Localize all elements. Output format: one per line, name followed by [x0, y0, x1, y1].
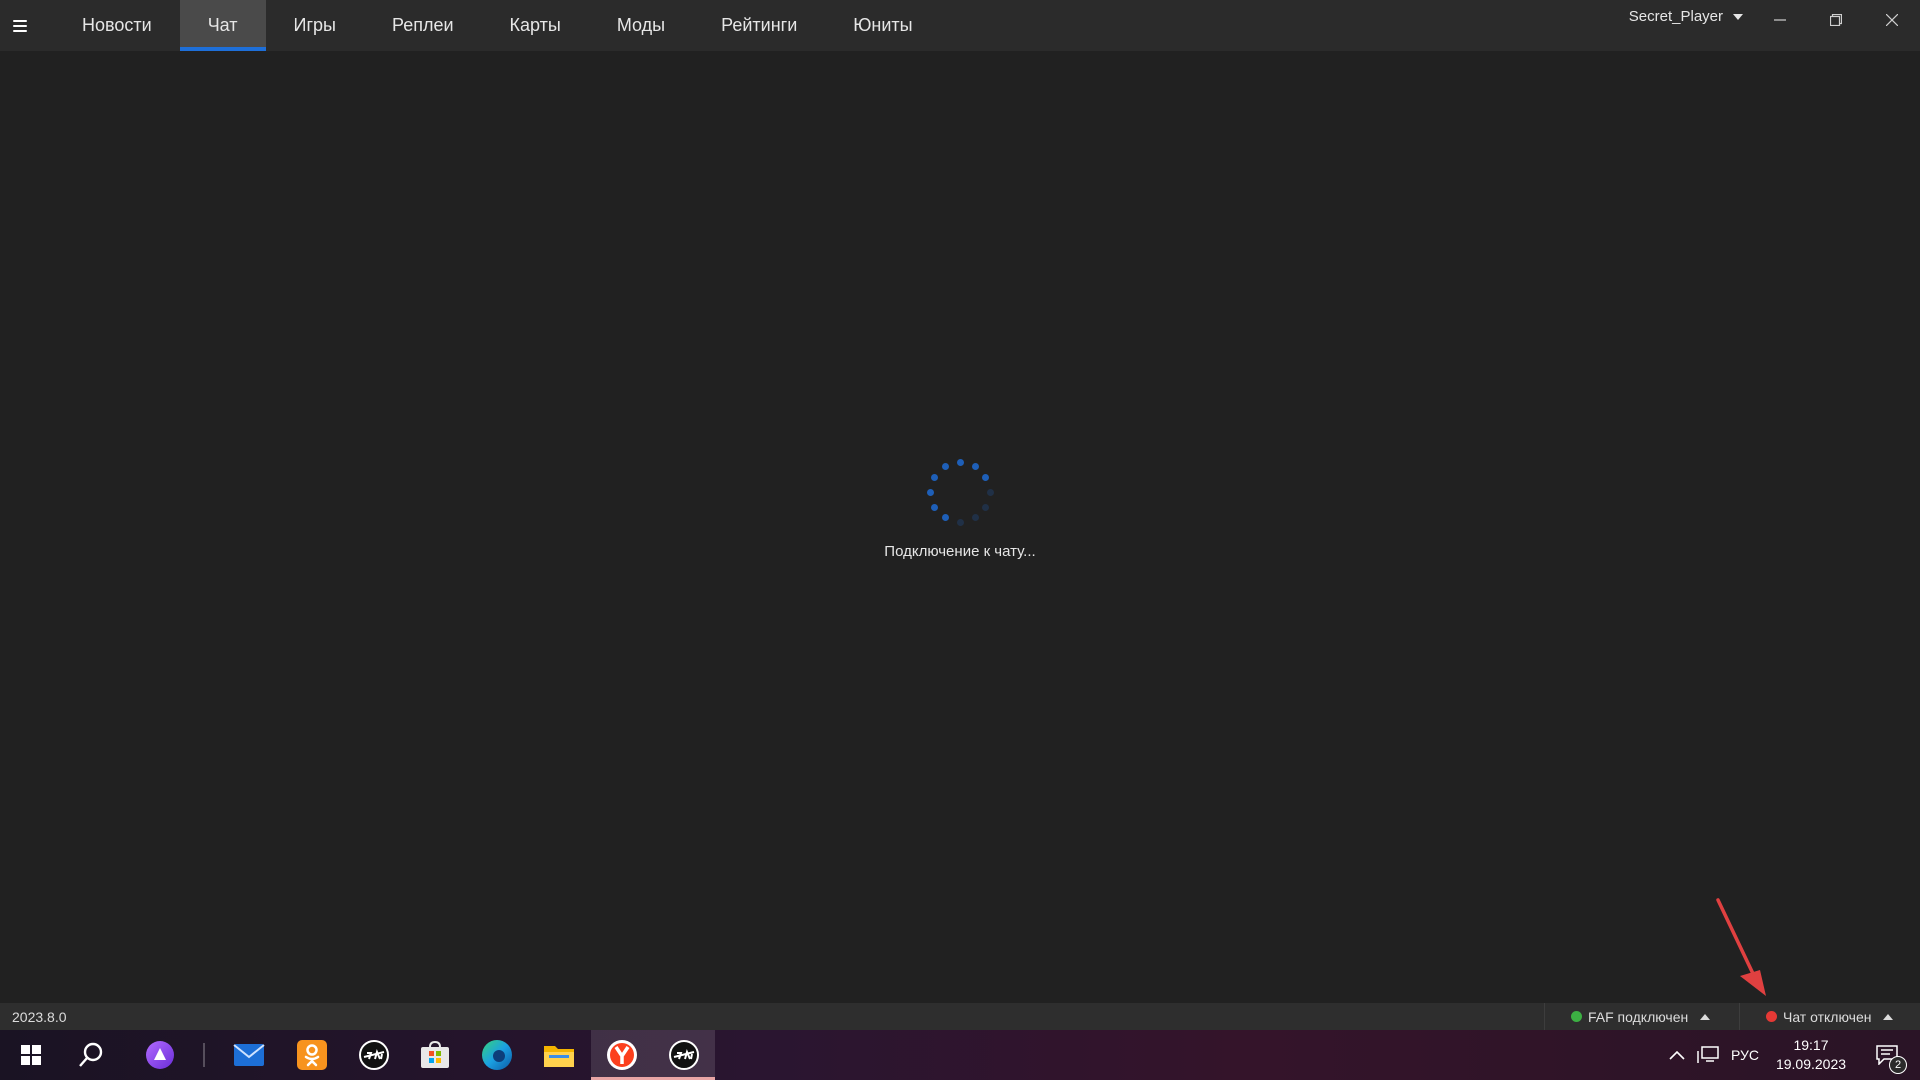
language-label: РУС: [1730, 1047, 1760, 1063]
windows-taskbar: РУС 19:17 19.09.2023 2: [0, 1030, 1920, 1080]
tab-label: Реплеи: [392, 15, 454, 35]
faf-connection-status[interactable]: FAF подключен: [1544, 1003, 1739, 1030]
chat-connection-status[interactable]: Чат отключен: [1739, 1003, 1920, 1030]
tab-label: Рейтинги: [721, 15, 798, 35]
tab-games[interactable]: Игры: [266, 0, 364, 51]
network-icon: [1697, 1046, 1719, 1063]
tab-mods[interactable]: Моды: [589, 0, 693, 51]
chat-panel: Подключение к чату...: [0, 51, 1920, 1003]
taskbar-clock[interactable]: 19:17 19.09.2023: [1768, 1030, 1854, 1080]
start-icon: [21, 1045, 41, 1065]
search-icon: [79, 1042, 103, 1067]
spinner-dot: [956, 458, 964, 466]
minimize-button[interactable]: [1752, 0, 1808, 40]
yandex-browser-button[interactable]: [591, 1030, 653, 1080]
loading-text: Подключение к чату...: [884, 543, 1036, 560]
restore-icon: [1830, 14, 1842, 26]
mail-icon: [233, 1044, 265, 1066]
alice-button[interactable]: [129, 1030, 191, 1080]
tab-maps[interactable]: Карты: [482, 0, 589, 51]
show-hidden-icons-button[interactable]: [1664, 1030, 1690, 1080]
chevron-down-icon: [1733, 13, 1743, 20]
edge-button[interactable]: [466, 1030, 528, 1080]
tab-label: Карты: [509, 15, 561, 35]
file-explorer-icon: [544, 1046, 574, 1067]
faf-client-button[interactable]: [653, 1030, 715, 1080]
spinner-dot: [971, 514, 979, 522]
spinner-dot: [986, 488, 994, 496]
file-explorer-button[interactable]: [528, 1030, 590, 1080]
spinner-dot: [941, 462, 949, 470]
tab-news[interactable]: Новости: [54, 0, 180, 51]
tab-units[interactable]: Юниты: [825, 0, 940, 51]
version-label: 2023.8.0: [12, 1009, 67, 1025]
spinner-dot: [941, 514, 949, 522]
nav-tabs: Новости Чат Игры Реплеи Карты Моды Рейти…: [54, 0, 941, 51]
network-button[interactable]: [1694, 1030, 1722, 1080]
language-indicator[interactable]: РУС: [1726, 1030, 1764, 1080]
faf-client-icon: [669, 1040, 699, 1070]
chevron-up-icon: [1669, 1050, 1685, 1060]
status-dot-icon: [1766, 1011, 1777, 1022]
search-button[interactable]: [60, 1030, 122, 1080]
action-center-button[interactable]: 2: [1862, 1030, 1912, 1080]
odnoklassniki-button[interactable]: [281, 1030, 343, 1080]
loading-spinner-icon: [925, 457, 995, 527]
spinner-dot: [982, 503, 990, 511]
spinner-dot: [930, 473, 938, 481]
store-button[interactable]: [404, 1030, 466, 1080]
chevron-up-icon: [1883, 1013, 1894, 1020]
taskbar-separator: [203, 1043, 205, 1067]
tab-label: Моды: [616, 15, 666, 35]
chevron-up-icon: [1700, 1013, 1711, 1020]
annotation-arrow-icon: [1716, 898, 1766, 996]
spinner-dot: [926, 488, 934, 496]
close-button[interactable]: [1864, 0, 1920, 40]
top-navigation-bar: Новости Чат Игры Реплеи Карты Моды Рейти…: [0, 0, 1920, 51]
tab-label: Юниты: [853, 15, 913, 35]
spinner-dot: [930, 503, 938, 511]
close-icon: [1886, 14, 1898, 26]
spinner-dot: [956, 518, 964, 526]
tab-replays[interactable]: Реплеи: [364, 0, 482, 51]
user-menu-dropdown[interactable]: Secret_Player: [1629, 0, 1743, 33]
spinner-dot: [971, 462, 979, 470]
chat-status-label: Чат отключен: [1783, 1008, 1872, 1025]
faf-button[interactable]: [343, 1030, 405, 1080]
clock-time: 19:17: [1793, 1037, 1829, 1054]
restore-button[interactable]: [1808, 0, 1864, 40]
minimize-icon: [1774, 19, 1786, 21]
edge-icon: [482, 1040, 512, 1070]
faf-status-label: FAF подключен: [1588, 1008, 1689, 1025]
odnoklassniki-icon: [297, 1040, 327, 1070]
status-bar: 2023.8.0 FAF подключен Чат отключен: [0, 1003, 1920, 1030]
faf-icon: [359, 1040, 389, 1070]
mail-button[interactable]: [218, 1030, 280, 1080]
hamburger-icon: [13, 19, 27, 32]
status-dot-icon: [1571, 1011, 1582, 1022]
start-button[interactable]: [0, 1030, 62, 1080]
tab-label: Игры: [293, 15, 336, 35]
clock-date: 19.09.2023: [1775, 1056, 1847, 1072]
hamburger-menu-button[interactable]: [0, 0, 40, 51]
window-controls: [1752, 0, 1920, 40]
user-name: Secret_Player: [1628, 8, 1723, 25]
spinner-dot: [982, 473, 990, 481]
yandex-browser-icon: [607, 1040, 637, 1070]
alice-icon: [146, 1041, 174, 1069]
store-icon: [421, 1041, 449, 1068]
tab-label: Чат: [207, 15, 238, 35]
notification-count-badge: 2: [1889, 1056, 1907, 1074]
tab-label: Новости: [82, 15, 152, 35]
tab-ratings[interactable]: Рейтинги: [693, 0, 825, 51]
tab-chat[interactable]: Чат: [179, 0, 266, 51]
